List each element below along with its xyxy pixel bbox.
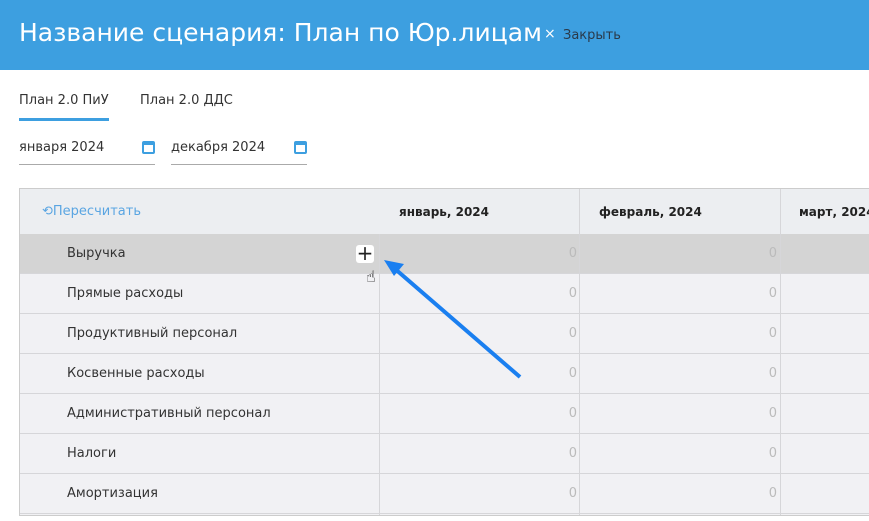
cell-value[interactable]: 0 — [747, 406, 777, 421]
annotation-arrow: ☝ — [366, 260, 522, 379]
table-row: Административный персонал 0 0 — [20, 394, 869, 434]
table-row: Налоги 0 0 — [20, 434, 869, 474]
cell-value[interactable]: 0 — [547, 446, 577, 461]
cell-value[interactable]: 0 — [747, 486, 777, 501]
row-label: Налоги — [67, 446, 117, 461]
cell-value[interactable]: 0 — [747, 446, 777, 461]
row-label: Амортизация — [67, 486, 158, 501]
table-row: Амортизация 0 0 — [20, 474, 869, 514]
cell-value[interactable]: 0 — [547, 486, 577, 501]
cell-value[interactable]: 0 — [547, 406, 577, 421]
row-label: Административный персонал — [67, 406, 271, 421]
hand-cursor-icon: ☝ — [366, 267, 376, 286]
